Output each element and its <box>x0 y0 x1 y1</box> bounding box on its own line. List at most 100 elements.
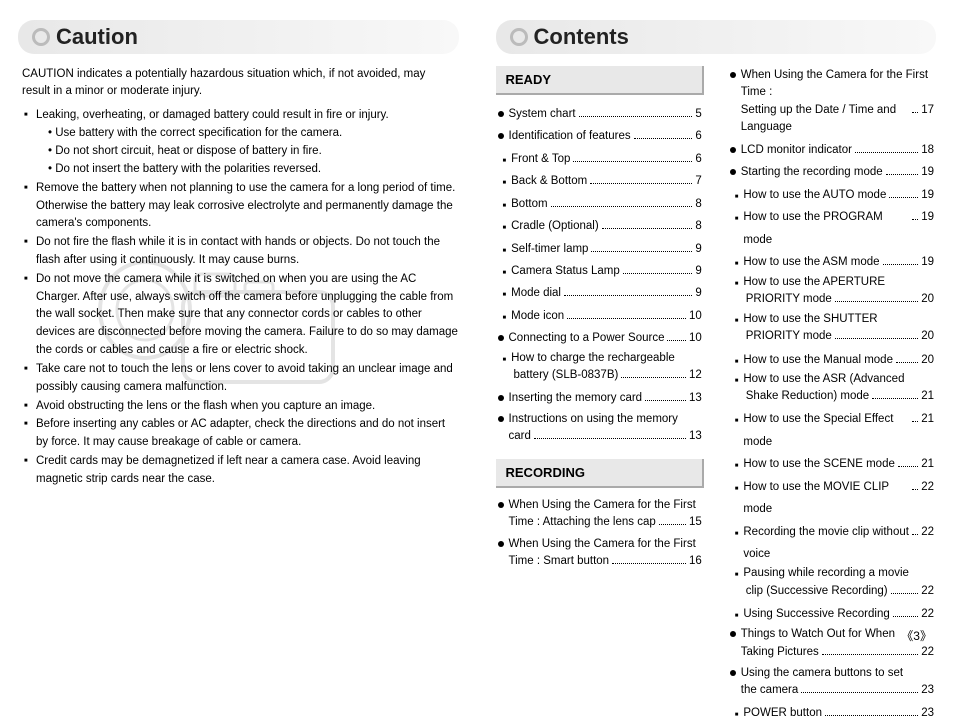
caution-subitem: • Do not short circuit, heat or dispose … <box>48 143 459 161</box>
toc-label: How to charge the rechargeable <box>511 350 675 367</box>
toc-page-number: 20 <box>921 291 934 308</box>
toc-leader-dots <box>912 219 918 220</box>
toc-page-number: 21 <box>921 408 934 430</box>
bullet-square-icon: ■ <box>735 571 739 580</box>
toc-page-number: 22 <box>921 583 934 600</box>
toc-item: Starting the recording mode19 <box>730 161 934 183</box>
bullet-circle-icon <box>498 395 504 401</box>
toc-leader-dots <box>893 616 918 617</box>
toc-label: How to use the MOVIE CLIP mode <box>743 476 909 521</box>
toc-page-number: 23 <box>921 682 934 699</box>
caution-item: Take care not to touch the lens or lens … <box>24 361 459 397</box>
toc-page-number: 22 <box>921 644 934 661</box>
toc-label: How to use the SHUTTER <box>743 311 877 328</box>
toc-page-number: 9 <box>695 282 701 304</box>
toc-column-2: When Using the Camera for the First Time… <box>728 66 936 725</box>
toc-page-number: 20 <box>921 328 934 345</box>
toc-leader-dots <box>886 174 919 175</box>
toc-leader-dots <box>883 264 919 265</box>
bullet-square-icon: ■ <box>735 710 739 722</box>
toc-leader-dots <box>822 654 918 655</box>
toc-label: When Using the Camera for the First <box>509 536 696 553</box>
toc-page-number: 19 <box>921 251 934 273</box>
bullet-square-icon: ■ <box>735 280 739 289</box>
caution-item: Credit cards may be demagnetized if left… <box>24 453 459 489</box>
toc-page-number: 20 <box>921 349 934 371</box>
toc-page-number: 17 <box>921 102 934 119</box>
toc-label: Taking Pictures <box>741 644 819 661</box>
toc-leader-dots <box>534 438 686 439</box>
toc-label: card <box>509 428 531 445</box>
toc-page-number: 19 <box>921 161 934 183</box>
toc-label: Bottom <box>511 193 547 215</box>
toc-leader-dots <box>872 398 918 399</box>
toc-page-number: 9 <box>695 238 701 260</box>
toc-label: How to use the ASR (Advanced <box>743 371 904 388</box>
toc-leader-dots <box>590 183 692 184</box>
toc-leader-dots <box>564 295 692 296</box>
bullet-circle-icon <box>498 541 504 547</box>
toc-leader-dots <box>573 161 692 162</box>
toc-item: ■Mode icon10 <box>498 305 702 327</box>
toc-column-1: READYSystem chart5Identification of feat… <box>496 66 704 725</box>
bullet-square-icon: ■ <box>735 416 739 428</box>
toc-item: ■Using Successive Recording22 <box>730 603 934 625</box>
toc-item: ■ How to use the Special Effect mode 21 <box>730 408 934 453</box>
toc-item: LCD monitor indicator18 <box>730 139 934 161</box>
toc-leader-dots <box>579 116 693 117</box>
toc-page-number: 10 <box>689 305 702 327</box>
toc-leader-dots <box>898 466 918 467</box>
bullet-square-icon: ■ <box>735 611 739 623</box>
toc-item: Connecting to a Power Source10 <box>498 327 702 349</box>
toc-page-number: 22 <box>921 603 934 625</box>
toc-page-number: 10 <box>689 327 702 349</box>
toc-item: ■Front & Top6 <box>498 148 702 170</box>
bullet-square-icon: ■ <box>503 246 507 258</box>
toc-page-number: 12 <box>689 367 702 384</box>
bullet-circle-icon <box>730 72 736 78</box>
toc-page-number: 16 <box>689 553 702 570</box>
toc-item: ■How to use the APERTUREPRIORITY mode20 <box>730 274 934 309</box>
toc-page-number: 9 <box>695 260 701 282</box>
caution-item: Do not fire the flash while it is in con… <box>24 234 459 270</box>
toc-page-number: 8 <box>695 193 701 215</box>
toc-page-number: 15 <box>689 514 702 531</box>
toc-item: ■Cradle (Optional)8 <box>498 215 702 237</box>
toc-leader-dots <box>855 152 918 153</box>
toc-label: PRIORITY mode <box>746 291 832 308</box>
bullet-square-icon: ■ <box>735 214 739 226</box>
toc-page-number: 22 <box>921 476 934 498</box>
toc-page-number: 18 <box>921 139 934 161</box>
toc-leader-dots <box>591 251 692 252</box>
bullet-square-icon: ■ <box>735 461 739 473</box>
toc-leader-dots <box>891 593 919 594</box>
toc-leader-dots <box>912 421 918 422</box>
caution-item: Avoid obstructing the lens or the flash … <box>24 398 459 416</box>
toc-item: ■How to charge the rechargeablebattery (… <box>498 350 702 385</box>
toc-item: ■How to use the ASM mode19 <box>730 251 934 273</box>
toc-page-number: 6 <box>695 125 701 147</box>
toc-label: Camera Status Lamp <box>511 260 620 282</box>
toc-item: ■Mode dial9 <box>498 282 702 304</box>
toc-columns: READYSystem chart5Identification of feat… <box>496 66 937 725</box>
bullet-circle-icon <box>730 169 736 175</box>
toc-label: Cradle (Optional) <box>511 215 599 237</box>
contents-title: Contents <box>496 20 937 54</box>
toc-label: Shake Reduction) mode <box>746 388 869 405</box>
toc-leader-dots <box>612 563 686 564</box>
toc-leader-dots <box>621 377 686 378</box>
toc-leader-dots <box>645 400 686 401</box>
bullet-square-icon: ■ <box>735 377 739 386</box>
toc-label: Pausing while recording a movie <box>743 565 909 582</box>
toc-label: POWER button <box>743 702 822 724</box>
toc-item: ■POWER button23 <box>730 702 934 724</box>
toc-label: battery (SLB-0837B) <box>514 367 619 384</box>
toc-leader-dots <box>602 228 693 229</box>
toc-label: Mode icon <box>511 305 564 327</box>
toc-label: How to use the Special Effect mode <box>743 408 909 453</box>
toc-section-heading: READY <box>496 66 704 95</box>
toc-item: ■How to use the Manual mode20 <box>730 349 934 371</box>
toc-item: ■Bottom8 <box>498 193 702 215</box>
toc-page-number: 6 <box>695 148 701 170</box>
toc-leader-dots <box>889 197 918 198</box>
